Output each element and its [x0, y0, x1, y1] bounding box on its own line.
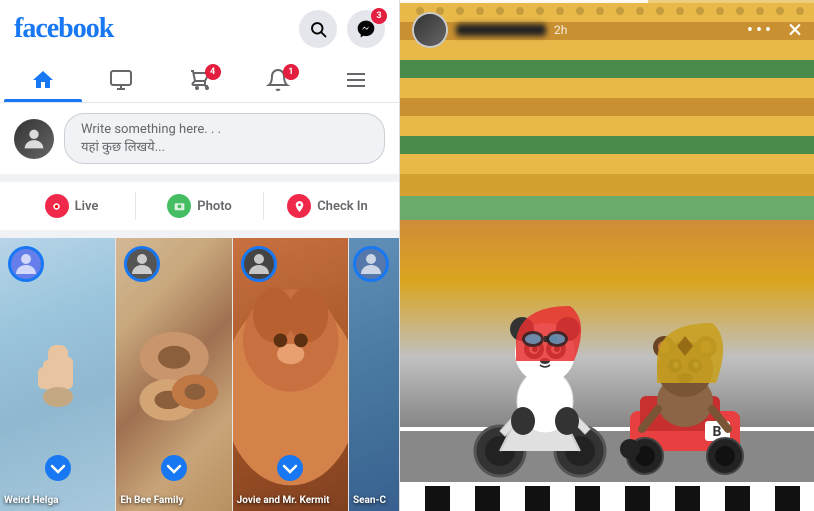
story-top-bar: 2h ••• × — [400, 6, 814, 54]
nav-notifications[interactable]: 1 — [239, 58, 317, 102]
messenger-badge: 3 — [371, 8, 387, 24]
checkin-icon — [287, 194, 311, 218]
photo-icon — [167, 194, 191, 218]
header-icons: 3 — [299, 10, 385, 48]
nav-home[interactable] — [4, 58, 82, 102]
nav-watch[interactable] — [82, 58, 160, 102]
messenger-button[interactable]: 3 — [347, 10, 385, 48]
story-card-2[interactable]: Eh Bee Family — [116, 238, 232, 511]
live-button[interactable]: Live — [8, 186, 135, 226]
nav-bar: 4 1 — [0, 58, 399, 103]
stories-section: Weird Helga — [0, 238, 399, 511]
svg-text:B: B — [713, 424, 722, 440]
notifications-badge: 1 — [283, 64, 299, 80]
left-panel: facebook 3 — [0, 0, 400, 511]
story-actions: ••• × — [747, 17, 802, 43]
story-close-button[interactable]: × — [788, 17, 802, 43]
story-progress-fill — [400, 0, 648, 3]
post-input[interactable]: Write something here. . . यहां कुछ लिखये… — [64, 113, 385, 164]
story-time: 2h — [554, 23, 567, 37]
nav-marketplace[interactable]: 4 — [160, 58, 238, 102]
story-label-1: Weird Helga — [4, 488, 111, 507]
live-icon — [45, 194, 69, 218]
stories-grid: Weird Helga — [0, 238, 399, 511]
story-more-button[interactable]: ••• — [747, 20, 774, 41]
story-card-4[interactable]: Sean-C — [349, 238, 399, 511]
right-panel: B — [400, 0, 814, 511]
photo-label: Photo — [197, 199, 232, 214]
story-label-4: Sean-C — [353, 488, 395, 507]
story-label-3: Jovie and Mr. Kermit — [237, 488, 344, 507]
action-bar: Live Photo Check In — [0, 182, 399, 238]
post-placeholder-line2: यहां कुछ लिखये... — [81, 137, 368, 155]
facebook-logo: facebook — [14, 13, 113, 45]
story-card-1[interactable]: Weird Helga — [0, 238, 116, 511]
checkin-button[interactable]: Check In — [264, 186, 391, 226]
marketplace-badge: 4 — [205, 64, 221, 80]
user-avatar — [14, 119, 54, 159]
photo-button[interactable]: Photo — [136, 186, 263, 226]
story-label-2: Eh Bee Family — [120, 488, 227, 507]
checkin-label: Check In — [317, 199, 368, 214]
post-placeholder-line1: Write something here. . . — [81, 122, 368, 137]
search-button[interactable] — [299, 10, 337, 48]
story-progress-track — [400, 0, 814, 3]
live-label: Live — [75, 199, 99, 214]
story-card-3[interactable]: Jovie and Mr. Kermit — [233, 238, 349, 511]
nav-menu[interactable] — [317, 58, 395, 102]
story-username-blurred — [456, 24, 546, 36]
header: facebook 3 — [0, 0, 399, 58]
story-user-row: 2h — [412, 12, 567, 48]
story-viewer-background: B — [400, 0, 814, 511]
post-box: Write something here. . . यहां कुछ लिखये… — [0, 103, 399, 182]
story-user-avatar — [412, 12, 448, 48]
